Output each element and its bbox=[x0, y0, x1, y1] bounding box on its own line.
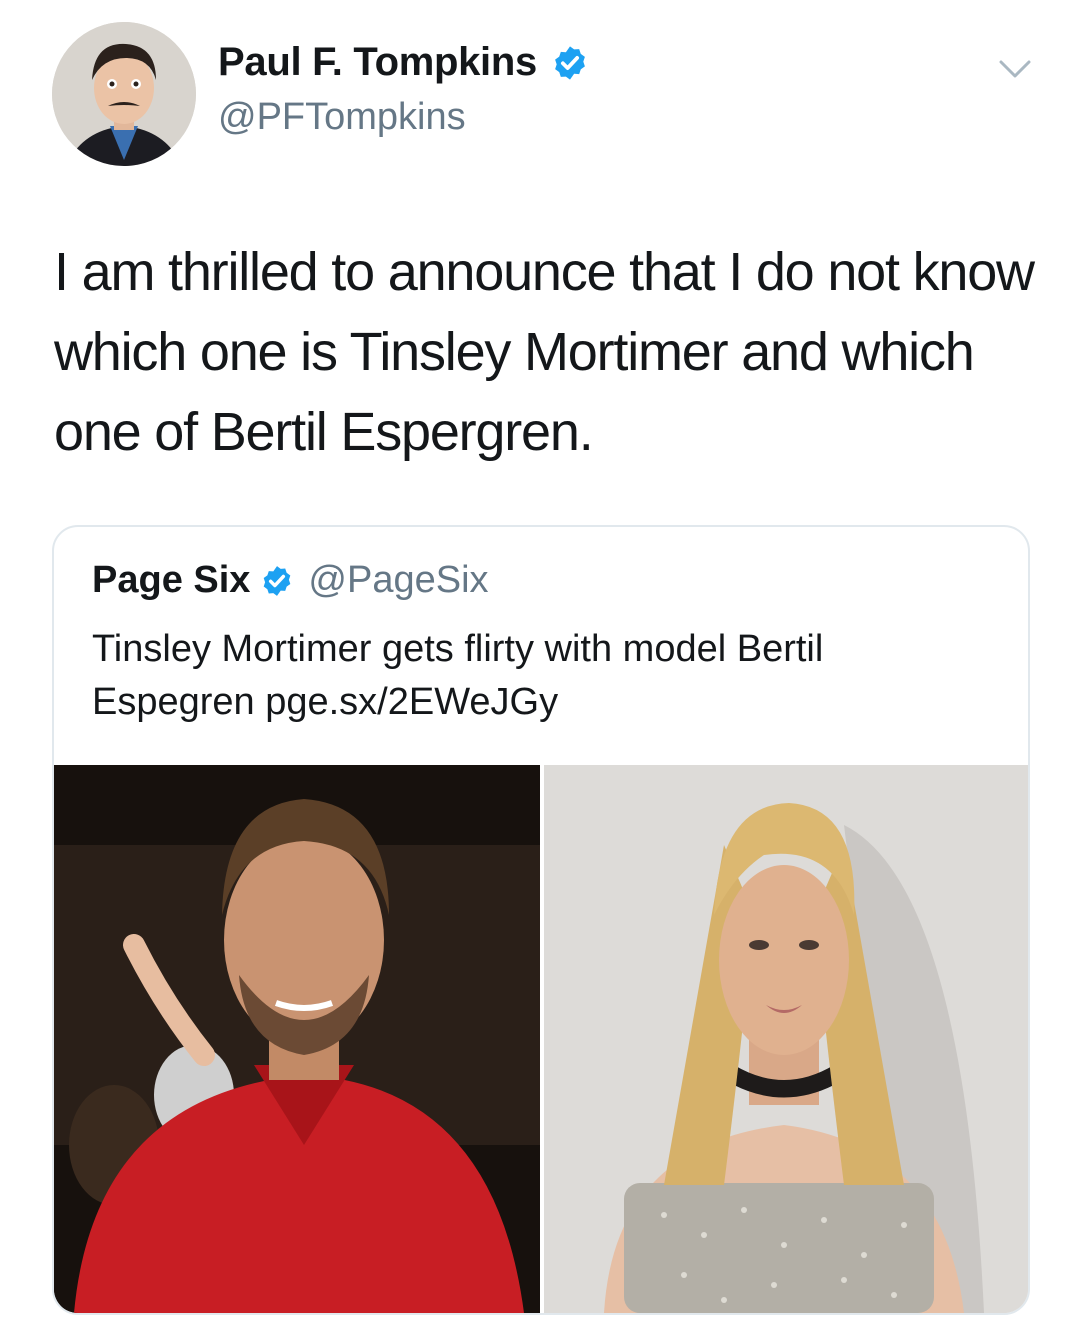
quoted-author-handle: @PageSix bbox=[308, 559, 489, 601]
quoted-author-name: Page Six bbox=[92, 559, 251, 601]
author-handle[interactable]: @PFTompkins bbox=[218, 96, 466, 139]
quoted-tweet-card[interactable]: Page Six @PageSix Tinsley Mortimer gets … bbox=[52, 525, 1030, 1315]
author-name[interactable]: Paul F. Tompkins bbox=[218, 40, 537, 85]
verified-badge-icon bbox=[264, 565, 291, 596]
author-avatar[interactable] bbox=[52, 22, 196, 166]
quoted-author-row: Page Six @PageSix bbox=[92, 559, 489, 602]
chevron-down-icon[interactable] bbox=[998, 58, 1032, 80]
tweet-text: I am thrilled to announce that I do not … bbox=[54, 242, 1035, 462]
quoted-photo-left[interactable] bbox=[54, 765, 540, 1313]
quoted-tweet-text: Tinsley Mortimer gets flirty with model … bbox=[92, 628, 824, 723]
author-name-row: Paul F. Tompkins bbox=[218, 40, 589, 85]
quoted-photo-right[interactable] bbox=[544, 765, 1028, 1313]
verified-badge-icon bbox=[555, 45, 585, 80]
